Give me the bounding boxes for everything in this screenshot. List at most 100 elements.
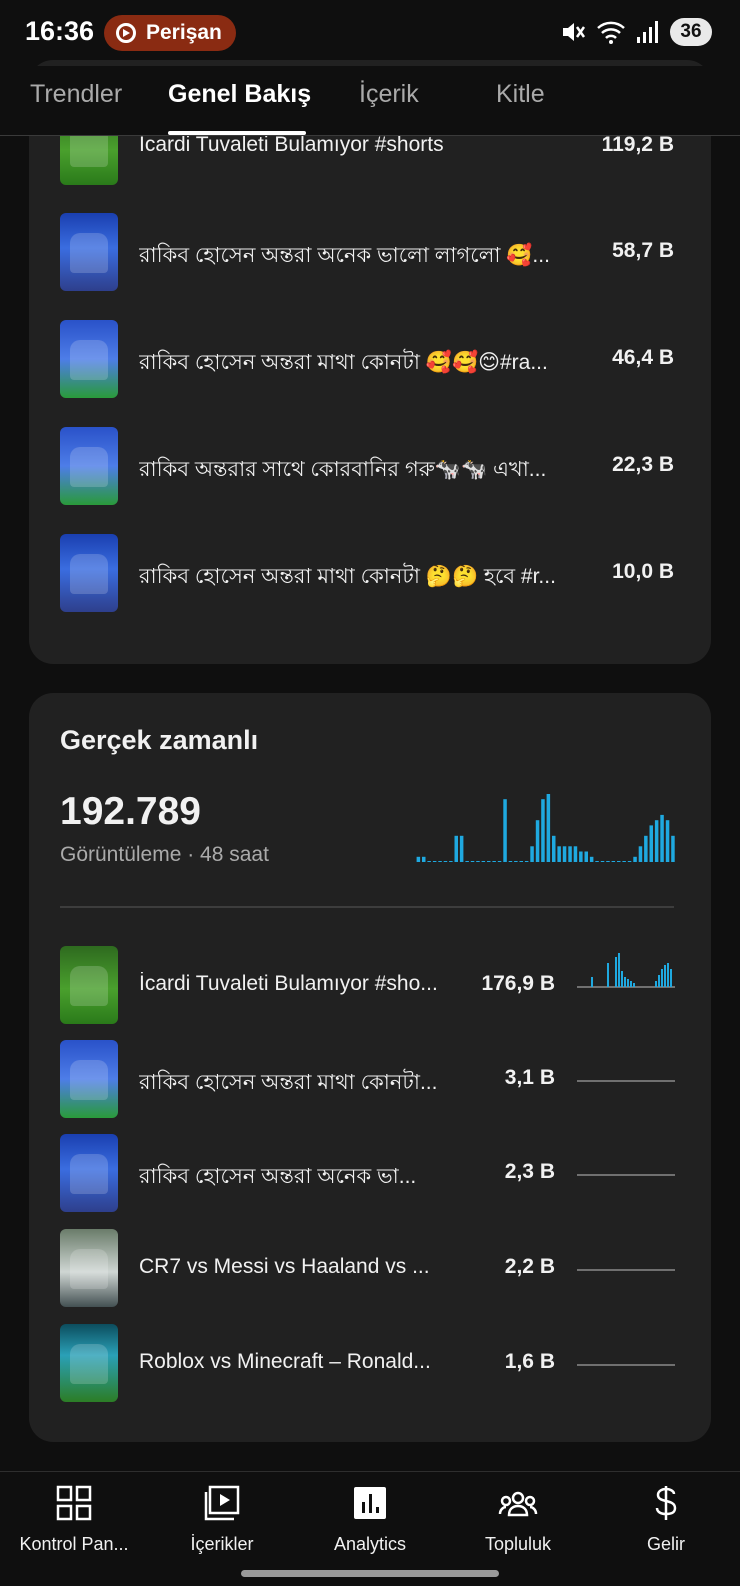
video-thumbnail bbox=[60, 427, 118, 505]
community-icon bbox=[498, 1491, 538, 1517]
realtime-card: Gerçek zamanlı 192.789 Görüntüleme · 48 … bbox=[29, 693, 711, 1442]
chart-bar bbox=[600, 861, 605, 862]
tab-content[interactable]: İçerik bbox=[359, 80, 419, 109]
chart-bar bbox=[649, 825, 653, 862]
chart-bar bbox=[508, 861, 513, 862]
video-views: 1,6 B bbox=[504, 1350, 555, 1373]
tab-audience[interactable]: Kitle bbox=[496, 80, 545, 109]
video-views: 2,3 B bbox=[504, 1160, 555, 1183]
chart-bar bbox=[519, 861, 523, 862]
chart-bar bbox=[562, 846, 567, 862]
video-views: 2,2 B bbox=[504, 1255, 555, 1278]
chart-bar bbox=[492, 861, 496, 862]
video-thumbnail bbox=[60, 320, 118, 398]
nav-analytics[interactable]: Analytics bbox=[296, 1484, 444, 1555]
chart-bar bbox=[524, 861, 529, 862]
chart-bar bbox=[622, 861, 626, 862]
home-indicator[interactable] bbox=[241, 1570, 499, 1577]
video-thumbnail bbox=[60, 1040, 118, 1118]
chart-bar bbox=[487, 861, 491, 862]
signal-icon bbox=[637, 21, 658, 43]
nav-label: Gelir bbox=[646, 1534, 685, 1554]
analytics-icon bbox=[354, 1487, 386, 1519]
divider bbox=[60, 906, 674, 908]
video-title: রাকিব হোসেন অন্তরা অনেক ভালো লাগলো 🥰... bbox=[139, 244, 550, 267]
screen-recording-pill[interactable]: Perişan bbox=[104, 15, 236, 51]
dashboard-icon bbox=[56, 1485, 92, 1521]
video-title: রাকিব হোসেন অন্তরা মাথা কোনটা... bbox=[139, 1071, 438, 1094]
nav-label: İçerikler bbox=[190, 1534, 254, 1554]
chart-bar bbox=[514, 861, 518, 862]
chart-bar bbox=[606, 861, 610, 862]
video-views: 119,2 B bbox=[601, 133, 674, 156]
video-thumbnail bbox=[60, 1229, 118, 1307]
video-thumbnail bbox=[60, 213, 118, 291]
video-views: 22,3 B bbox=[612, 453, 674, 476]
chart-bar bbox=[665, 820, 670, 862]
chart-bar bbox=[476, 861, 480, 862]
realtime-subtitle: Görüntüleme · 48 saat bbox=[60, 843, 269, 866]
chart-bar bbox=[627, 861, 632, 862]
chart-bar bbox=[497, 861, 502, 862]
nav-community[interactable]: Topluluk bbox=[444, 1484, 592, 1555]
chart-bar bbox=[557, 846, 561, 862]
video-title: রাকিব হোসেন অন্তরা মাথা কোনটা 🥰🥰😊#ra... bbox=[139, 351, 548, 374]
mute-icon bbox=[563, 23, 586, 41]
chart-bar bbox=[546, 794, 551, 862]
chart-bar bbox=[535, 820, 540, 862]
video-sparkline bbox=[577, 1269, 675, 1271]
chart-bar bbox=[422, 856, 426, 862]
video-views: 46,4 B bbox=[612, 346, 674, 369]
chart-bar bbox=[454, 835, 458, 862]
wifi-icon bbox=[597, 21, 625, 44]
bottom-navigation: Kontrol Pan... İçerikler Analytics Toplu… bbox=[0, 1471, 740, 1586]
chart-bar bbox=[541, 799, 545, 862]
chart-bar bbox=[671, 835, 675, 862]
chart-bar bbox=[481, 861, 486, 862]
chart-bar bbox=[638, 846, 643, 862]
realtime-views-total: 192.789 bbox=[60, 790, 201, 833]
chart-bar bbox=[552, 835, 556, 862]
chart-bar bbox=[416, 856, 421, 862]
chart-bar bbox=[530, 846, 534, 862]
chart-bar bbox=[432, 861, 437, 862]
chart-bar bbox=[633, 856, 637, 862]
chart-bar bbox=[449, 861, 453, 862]
tab-trends[interactable]: Trendler bbox=[30, 80, 122, 109]
nav-label: Kontrol Pan... bbox=[19, 1534, 129, 1554]
video-title: CR7 vs Messi vs Haaland vs ... bbox=[139, 1255, 430, 1278]
video-thumbnail bbox=[60, 1134, 118, 1212]
chart-bar bbox=[443, 861, 448, 862]
nav-revenue[interactable]: Gelir bbox=[592, 1484, 740, 1555]
chart-bar bbox=[611, 861, 616, 862]
video-thumbnail bbox=[60, 1324, 118, 1402]
nav-dashboard[interactable]: Kontrol Pan... bbox=[0, 1484, 148, 1555]
status-time: 16:36 bbox=[25, 16, 95, 46]
realtime-heading: Gerçek zamanlı bbox=[60, 725, 259, 755]
video-thumbnail bbox=[60, 534, 118, 612]
chart-bar bbox=[644, 835, 648, 862]
video-views: 3,1 B bbox=[504, 1066, 555, 1089]
chart-bar bbox=[654, 820, 659, 862]
content-icon bbox=[204, 1485, 240, 1521]
nav-label: Analytics bbox=[333, 1534, 407, 1554]
nav-content[interactable]: İçerikler bbox=[148, 1484, 296, 1555]
chart-bar bbox=[573, 846, 578, 862]
dollar-icon bbox=[655, 1486, 677, 1520]
video-views: 176,9 B bbox=[481, 972, 555, 995]
chart-bar bbox=[589, 856, 594, 862]
video-sparkline bbox=[577, 1364, 675, 1366]
video-title: İcardi Tuvaleti Bulamıyor #sho... bbox=[139, 972, 438, 995]
video-title: Icardi Tuvaleti Bulamıyor #shorts bbox=[139, 133, 444, 156]
video-title: রাকিব অন্তরার সাথে কোরবানির গরু🐄🐄 এখা... bbox=[139, 458, 547, 481]
chart-bar bbox=[503, 799, 507, 862]
video-sparkline bbox=[577, 953, 675, 988]
video-views: 10,0 B bbox=[612, 560, 674, 583]
chart-bar bbox=[617, 861, 621, 862]
chart-bar bbox=[568, 846, 572, 862]
tab-overview[interactable]: Genel Bakış bbox=[168, 80, 311, 109]
video-sparkline bbox=[577, 1080, 675, 1082]
chart-bar bbox=[459, 835, 464, 862]
nav-label: Topluluk bbox=[484, 1534, 552, 1554]
video-title: Roblox vs Minecraft – Ronald... bbox=[139, 1350, 431, 1373]
